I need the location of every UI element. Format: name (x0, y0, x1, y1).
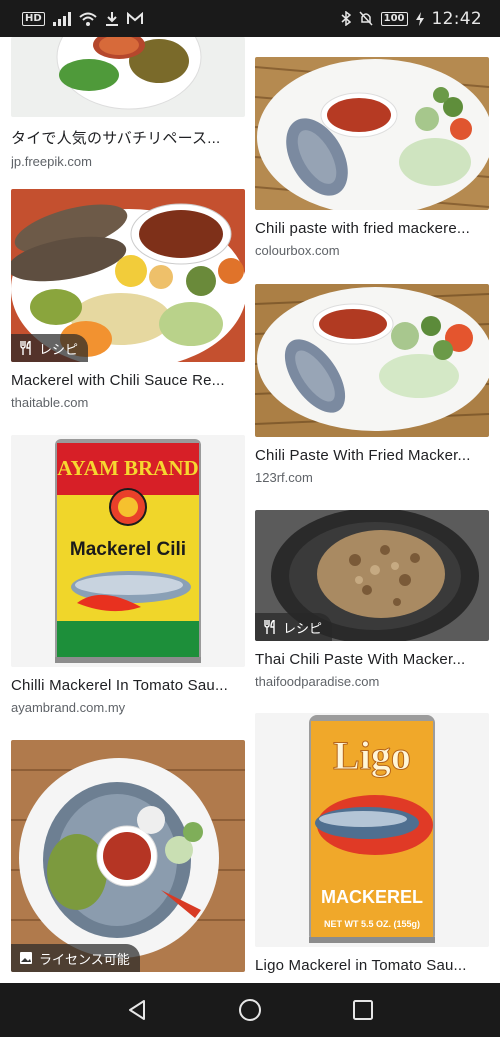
status-left: HD (22, 11, 143, 26)
result-thumbnail[interactable] (255, 284, 489, 437)
result-thumbnail[interactable]: Ligo MACKEREL NET WT 5.5 OZ. (155g) (255, 713, 489, 947)
signal-icon (52, 11, 71, 26)
bluetooth-icon (341, 11, 351, 26)
result-thumbnail[interactable] (11, 37, 245, 117)
license-badge: ライセンス可能 (11, 944, 140, 972)
result-card[interactable]: Chili Paste With Fried Macker... 123rf.c… (255, 284, 489, 485)
hd-badge: HD (22, 11, 45, 26)
result-thumbnail[interactable]: レシピ (11, 189, 245, 362)
mute-icon (359, 11, 373, 26)
result-card[interactable]: AYAM BRAND Mackerel Cili Chilli Mackerel… (11, 435, 245, 715)
result-thumbnail[interactable] (255, 57, 489, 210)
result-title[interactable]: Thai Chili Paste With Macker... (255, 651, 489, 668)
result-source: ayambrand.com.my (11, 700, 126, 715)
badge-label: レシピ (39, 342, 79, 358)
image-results-grid: タイで人気のサバチリペース... jp.freepik.com Chili pa… (0, 37, 500, 983)
recents-button[interactable] (343, 990, 383, 1030)
home-button[interactable] (230, 990, 270, 1030)
download-icon (105, 11, 119, 26)
recipe-badge: レシピ (11, 334, 89, 362)
charging-icon (415, 11, 424, 26)
back-icon (126, 999, 148, 1021)
result-thumbnail[interactable]: ライセンス可能 (11, 740, 245, 972)
recipe-badge: レシピ (255, 613, 333, 641)
can-net-weight: NET WT 5.5 OZ. (155g) (324, 919, 420, 929)
can-brand: Ligo (333, 733, 411, 778)
battery-indicator: 100 (380, 11, 408, 26)
system-nav-bar (0, 983, 500, 1037)
home-icon (238, 998, 262, 1022)
image-icon (19, 951, 33, 965)
wifi-icon (79, 12, 97, 26)
result-card[interactable]: タイで人気のサバチリペース... jp.freepik.com (11, 37, 245, 169)
result-title[interactable]: Ligo Mackerel in Tomato Sau... (255, 957, 489, 974)
result-card[interactable]: Ligo MACKEREL NET WT 5.5 OZ. (155g) Ligo… (255, 713, 489, 974)
fork-knife-icon (19, 341, 33, 355)
badge-label: レシピ (283, 621, 323, 637)
result-card[interactable]: ライセンス可能 (11, 740, 245, 972)
result-thumbnail[interactable]: AYAM BRAND Mackerel Cili (11, 435, 245, 667)
result-title[interactable]: Chilli Mackerel In Tomato Sau... (11, 677, 245, 694)
result-source: jp.freepik.com (11, 154, 92, 169)
result-thumbnail[interactable]: レシピ (255, 510, 489, 641)
result-source: 123rf.com (255, 470, 313, 485)
badge-label: ライセンス可能 (39, 952, 130, 968)
result-title[interactable]: Chili paste with fried mackere... (255, 220, 489, 237)
fork-knife-icon (263, 620, 277, 634)
result-card[interactable]: レシピ Thai Chili Paste With Macker... thai… (255, 510, 489, 689)
can-brand: AYAM BRAND (57, 456, 198, 480)
status-right: 100 12:42 (341, 9, 482, 29)
result-card[interactable]: レシピ Mackerel with Chili Sauce Re... thai… (11, 189, 245, 410)
can-label: MACKEREL (321, 887, 423, 907)
back-button[interactable] (117, 990, 157, 1030)
result-source: thaifoodparadise.com (255, 674, 380, 689)
battery-level: 100 (383, 13, 405, 24)
can-label: Mackerel Cili (70, 539, 186, 560)
gmail-icon (126, 12, 143, 25)
result-source: colourbox.com (255, 243, 340, 258)
result-card[interactable]: Chili paste with fried mackere... colour… (255, 57, 489, 258)
result-source: thaitable.com (11, 395, 89, 410)
result-title[interactable]: Chili Paste With Fried Macker... (255, 447, 489, 464)
recents-icon (352, 999, 374, 1021)
result-title[interactable]: Mackerel with Chili Sauce Re... (11, 372, 245, 389)
result-title[interactable]: タイで人気のサバチリペース... (11, 127, 245, 148)
clock: 12:42 (431, 8, 482, 29)
status-bar: HD 100 12:42 (0, 0, 500, 37)
